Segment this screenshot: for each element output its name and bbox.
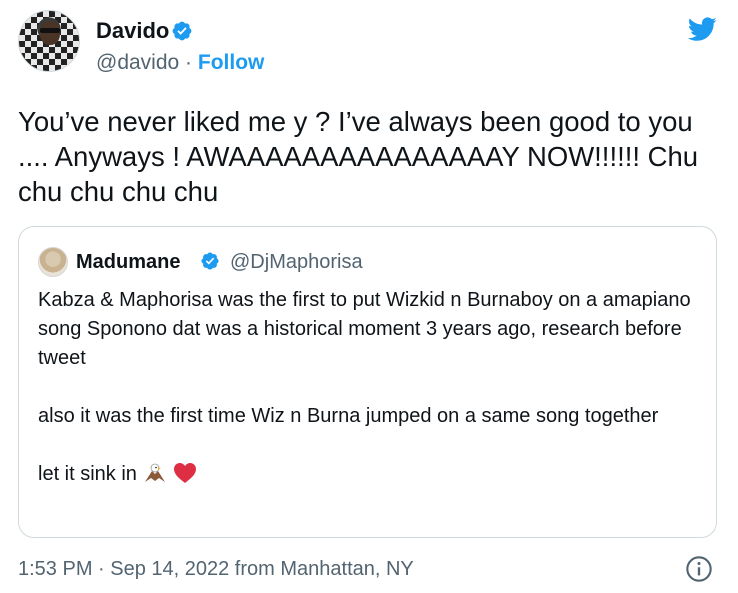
quoted-avatar[interactable] bbox=[38, 247, 68, 277]
quoted-author-handle: @DjMaphorisa bbox=[230, 251, 363, 273]
quoted-author-name: Madumane bbox=[76, 251, 181, 273]
tweet-card: Davido @davido · Follow You’ve never lik… bbox=[0, 0, 738, 593]
red-heart-emoji-icon bbox=[173, 463, 196, 483]
avatar[interactable] bbox=[18, 10, 80, 72]
verified-badge-icon bbox=[201, 252, 219, 270]
follow-button[interactable]: Follow bbox=[198, 51, 265, 74]
verified-badge-icon bbox=[172, 21, 192, 41]
quoted-paragraph-text: let it sink in bbox=[38, 463, 137, 485]
tweet-text: You’ve never liked me y ? I’ve always be… bbox=[18, 106, 699, 207]
quoted-paragraph: also it was the first time Wiz n Burna j… bbox=[38, 405, 659, 427]
separator: · bbox=[185, 51, 193, 74]
eagle-emoji-icon bbox=[144, 463, 165, 482]
author-name[interactable]: Davido bbox=[96, 18, 169, 44]
info-icon[interactable] bbox=[685, 555, 713, 583]
author-handle[interactable]: @davido bbox=[96, 51, 179, 74]
quoted-paragraph: Kabza & Maphorisa was the first to put W… bbox=[38, 289, 691, 369]
tweet-timestamp[interactable]: 1:53 PM · Sep 14, 2022 from Manhattan, N… bbox=[18, 556, 414, 582]
author-handle-row: @davido · Follow bbox=[96, 50, 264, 76]
quoted-tweet-text: Kabza & Maphorisa was the first to put W… bbox=[38, 286, 698, 489]
twitter-bird-icon[interactable] bbox=[684, 14, 720, 44]
quoted-paragraph-last: let it sink in bbox=[38, 460, 698, 489]
quoted-tweet[interactable]: Madumane @DjMaphorisa Kabza & Maphorisa … bbox=[18, 226, 717, 538]
